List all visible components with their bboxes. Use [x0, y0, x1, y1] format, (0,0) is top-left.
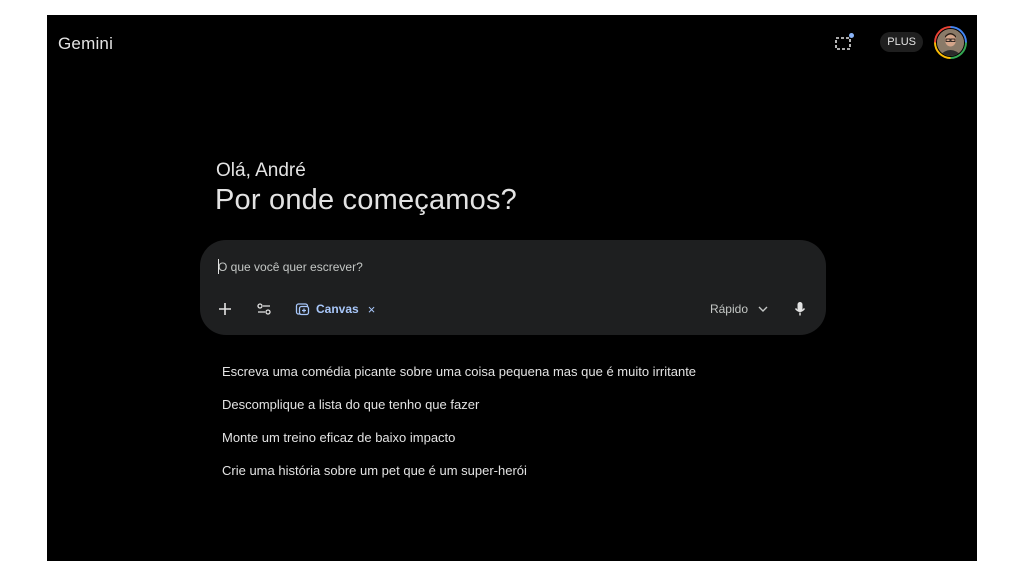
mic-icon: [794, 302, 806, 316]
mic-button[interactable]: [794, 299, 806, 319]
suggestion-list: Escreva uma comédia picante sobre uma co…: [222, 363, 696, 495]
canvas-icon: [295, 303, 310, 316]
add-button[interactable]: [218, 299, 232, 319]
plan-badge[interactable]: PLUS: [880, 32, 923, 52]
model-selector[interactable]: Rápido: [710, 299, 768, 319]
chevron-down-icon: [758, 306, 768, 312]
canvas-close-button[interactable]: ×: [368, 302, 376, 317]
suggestion-item[interactable]: Crie uma história sobre um pet que é um …: [222, 462, 696, 495]
greeting-name: Olá, André: [216, 160, 306, 181]
text-caret: [218, 259, 219, 274]
user-avatar-image: [936, 27, 965, 57]
header-actions: PLUS: [834, 25, 967, 59]
greeting-headline: Por onde começamos?: [215, 184, 518, 216]
gemini-app: Gemini PLUS Olá, André Por onde começamo…: [47, 15, 977, 561]
avatar[interactable]: [934, 25, 967, 59]
suggestion-item[interactable]: Descomplique a lista do que tenho que fa…: [222, 396, 696, 429]
canvas-label: Canvas: [316, 302, 359, 316]
canvas-chip[interactable]: Canvas ×: [295, 299, 375, 319]
screen-select-icon[interactable]: [834, 33, 855, 51]
model-label: Rápido: [709, 302, 748, 316]
suggestion-item[interactable]: Monte um treino eficaz de baixo impacto: [222, 429, 696, 462]
plus-icon: [219, 303, 231, 315]
prompt-composer: Canvas × Rápido: [200, 240, 826, 335]
prompt-input[interactable]: [218, 257, 778, 277]
app-title[interactable]: Gemini: [58, 34, 113, 54]
suggestion-item[interactable]: Escreva uma comédia picante sobre uma co…: [222, 363, 696, 396]
tools-icon: [257, 303, 271, 315]
tools-button[interactable]: [257, 299, 271, 319]
